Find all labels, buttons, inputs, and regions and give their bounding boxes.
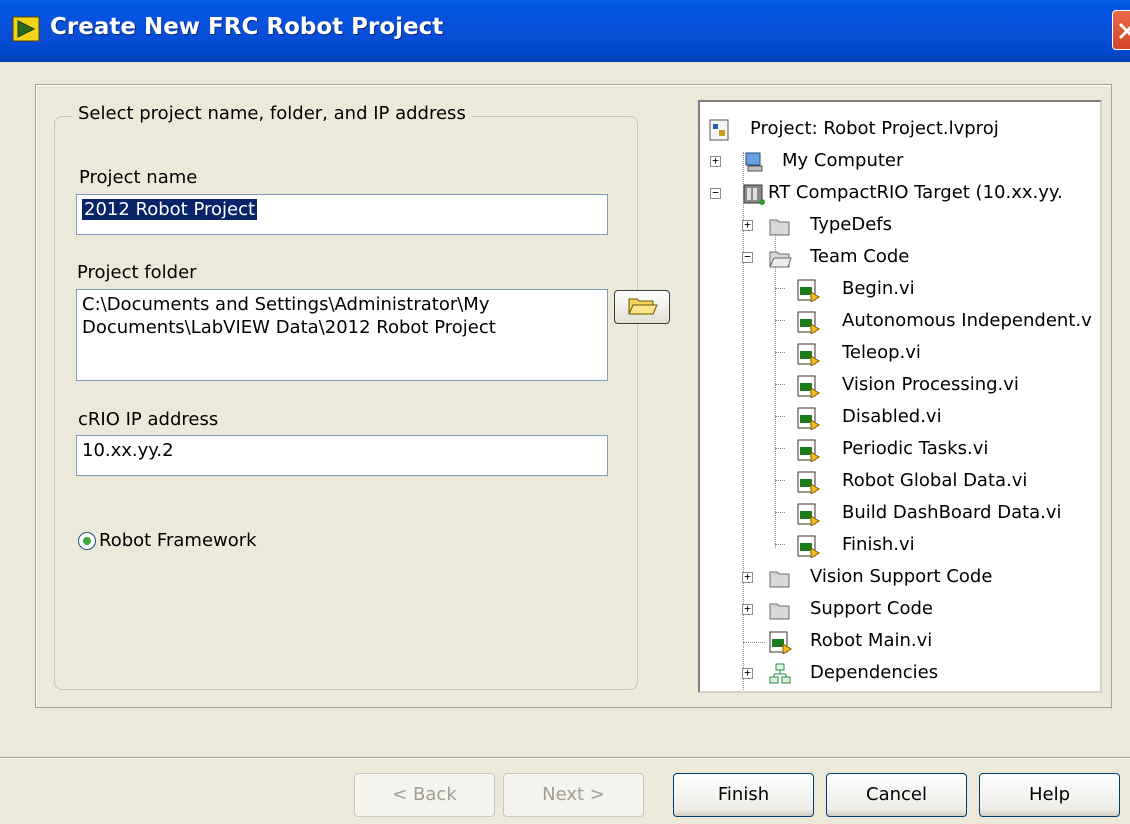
folder-icon <box>769 219 790 236</box>
tree-label: TypeDefs <box>810 214 892 235</box>
project-folder-line-2: Documents\LabVIEW Data\2012 Robot Projec… <box>82 317 496 338</box>
tree-label: Periodic Tasks.vi <box>842 438 989 459</box>
project-folder-input[interactable]: C:\Documents and Settings\Administrator\… <box>76 289 608 381</box>
close-button[interactable] <box>1112 10 1130 50</box>
title-bar: Create New FRC Robot Project <box>0 0 1130 62</box>
robot-framework-radio[interactable] <box>78 532 96 550</box>
group-title: Select project name, folder, and IP addr… <box>72 103 472 124</box>
finish-button[interactable]: Finish <box>673 773 814 817</box>
folder-icon <box>769 603 790 620</box>
labview-icon <box>12 16 40 42</box>
vi-icon <box>797 407 820 430</box>
project-name-label: Project name <box>79 167 198 188</box>
close-icon <box>1118 22 1130 40</box>
vi-icon <box>797 279 820 302</box>
project-name-input[interactable]: 2012 Robot Project <box>76 194 608 235</box>
folder-open-icon <box>628 298 658 315</box>
help-button[interactable]: Help <box>979 773 1120 817</box>
tree-label: Dependencies <box>810 662 939 683</box>
vi-icon <box>797 375 820 398</box>
expand-icon[interactable]: + <box>742 667 753 679</box>
vi-icon <box>797 311 820 334</box>
expand-icon[interactable]: + <box>742 219 753 231</box>
tree-label: Vision Processing.vi <box>842 374 1019 395</box>
vi-icon <box>769 631 792 654</box>
tree-label: Finish.vi <box>842 534 915 555</box>
folder-icon <box>769 571 790 588</box>
dependencies-icon <box>769 663 791 684</box>
project-name-value: 2012 Robot Project <box>82 199 258 220</box>
crio-ip-value: 10.xx.yy.2 <box>82 440 174 461</box>
vi-icon <box>797 343 820 366</box>
robot-framework-label: Robot Framework <box>99 530 257 551</box>
tree-label: Build DashBoard Data.vi <box>842 502 1062 523</box>
back-button[interactable]: < Back <box>354 773 495 817</box>
browse-folder-button[interactable] <box>614 290 670 324</box>
cancel-button[interactable]: Cancel <box>826 773 967 817</box>
tree-label: Project: Robot Project.lvproj <box>750 118 999 139</box>
tree-label: Team Code <box>810 246 910 267</box>
tree-label: Robot Global Data.vi <box>842 470 1028 491</box>
tree-label: My Computer <box>782 150 904 171</box>
project-icon <box>709 119 729 141</box>
tree-label: Vision Support Code <box>810 566 993 587</box>
computer-icon <box>745 152 763 172</box>
crio-ip-input[interactable]: 10.xx.yy.2 <box>76 435 608 476</box>
collapse-icon[interactable]: − <box>742 251 753 263</box>
tree-label: Autonomous Independent.v <box>842 310 1092 331</box>
project-folder-line-1: C:\Documents and Settings\Administrator\… <box>82 294 490 315</box>
project-tree[interactable]: Project: Robot Project.lvproj + My Compu… <box>698 100 1102 693</box>
vi-icon <box>797 503 820 526</box>
tree-label: Begin.vi <box>842 278 915 299</box>
crio-target-icon <box>743 184 765 205</box>
crio-ip-label: cRIO IP address <box>78 409 219 430</box>
folder-open-icon <box>769 251 792 268</box>
vi-icon <box>797 535 820 558</box>
collapse-icon[interactable]: − <box>710 187 721 199</box>
expand-icon[interactable]: + <box>710 155 721 167</box>
tree-label: Disabled.vi <box>842 406 942 427</box>
vi-icon <box>797 439 820 462</box>
expand-icon[interactable]: + <box>742 571 753 583</box>
window-title: Create New FRC Robot Project <box>50 14 444 40</box>
vi-icon <box>797 471 820 494</box>
tree-label: RT CompactRIO Target (10.xx.yy. <box>768 182 1063 203</box>
expand-icon[interactable]: + <box>742 603 753 615</box>
next-button[interactable]: Next > <box>503 773 644 817</box>
button-separator <box>0 757 1130 759</box>
tree-label: Support Code <box>810 598 933 619</box>
tree-label: Teleop.vi <box>842 342 921 363</box>
project-folder-label: Project folder <box>77 262 197 283</box>
tree-label: Robot Main.vi <box>810 630 933 651</box>
